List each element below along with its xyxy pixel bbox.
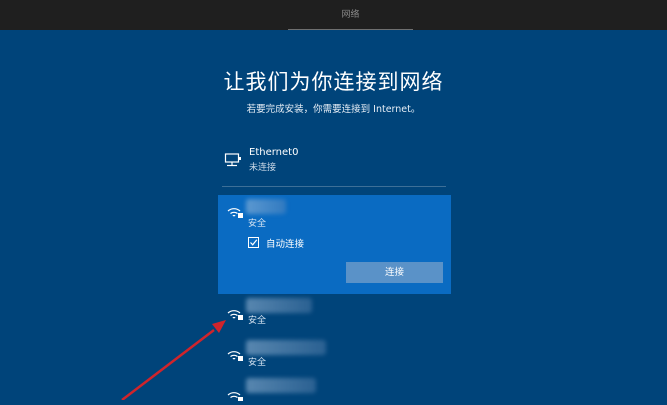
annotation-arrow xyxy=(121,320,226,400)
